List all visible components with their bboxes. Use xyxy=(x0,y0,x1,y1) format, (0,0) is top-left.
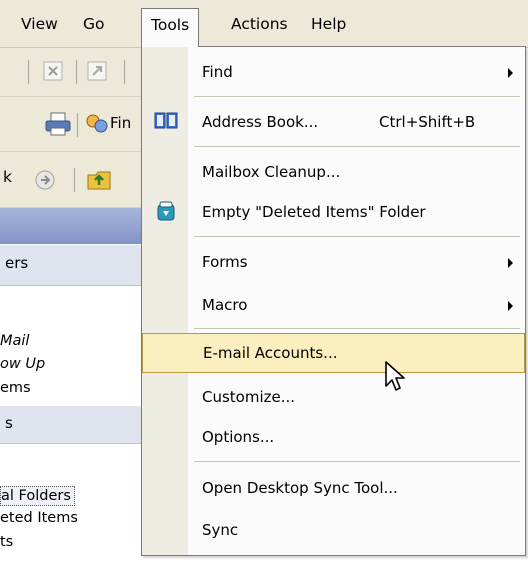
menu-item-sync[interactable]: Sync xyxy=(142,510,525,550)
menu-go[interactable]: Go xyxy=(74,11,114,37)
submenu-arrow-icon xyxy=(508,301,513,311)
nav-section-label: s xyxy=(5,414,13,432)
menu-item-label: Customize... xyxy=(202,388,296,406)
menu-item-address-book[interactable]: Address Book... Ctrl+Shift+B xyxy=(142,102,525,142)
menu-item-label: Address Book... xyxy=(202,113,319,131)
menu-separator xyxy=(194,236,520,237)
up-folder-icon[interactable] xyxy=(86,167,114,197)
menu-item-find[interactable]: Find xyxy=(142,52,525,92)
menu-separator xyxy=(194,328,520,329)
menu-item-empty-deleted-items[interactable]: Empty "Deleted Items" Folder xyxy=(142,192,525,232)
menu-item-label: Empty "Deleted Items" Folder xyxy=(202,203,426,221)
nav-section-header[interactable]: ers xyxy=(0,245,148,286)
find-icon xyxy=(86,114,108,133)
menu-item-label: Open Desktop Sync Tool... xyxy=(202,479,398,497)
toolbar-separator xyxy=(28,60,29,84)
menu-item-macro[interactable]: Macro xyxy=(142,285,525,325)
toolbar-separator xyxy=(124,60,125,84)
menu-item-label: E-mail Accounts... xyxy=(203,344,338,362)
menu-item-label: Sync xyxy=(202,521,239,539)
mouse-pointer-icon xyxy=(384,360,408,398)
toolbar-row-3: k xyxy=(0,152,148,208)
menu-item-label: Macro xyxy=(202,296,248,314)
menu-item-customize[interactable]: Customize... xyxy=(142,377,525,417)
list-item[interactable]: ow Up xyxy=(0,356,45,372)
tools-menu: Find Address Book... Ctrl+Shift+B Mailbo… xyxy=(141,46,526,556)
menu-separator xyxy=(194,146,520,147)
menu-item-label: Forms xyxy=(202,253,248,271)
back-label: k xyxy=(3,168,12,186)
list-item[interactable]: Mail xyxy=(0,333,29,349)
recycle-bin-icon xyxy=(155,200,177,226)
menu-item-open-desktop-sync-tool[interactable]: Open Desktop Sync Tool... xyxy=(142,468,525,508)
menu-item-mailbox-cleanup[interactable]: Mailbox Cleanup... xyxy=(142,152,525,192)
find-button-label: Fin xyxy=(110,114,132,132)
toolbar-separator xyxy=(74,168,75,192)
menu-separator xyxy=(194,461,520,462)
menu-tools[interactable]: Tools xyxy=(141,8,200,47)
submenu-arrow-icon xyxy=(508,68,513,78)
toolbar-row-2: Fin xyxy=(0,97,148,152)
move-icon[interactable] xyxy=(84,58,110,88)
forward-icon[interactable] xyxy=(32,167,58,197)
menu-view[interactable]: View xyxy=(12,11,67,37)
menu-item-label: Options... xyxy=(202,428,275,446)
list-item[interactable]: ems xyxy=(0,380,31,396)
menu-item-label: Mailbox Cleanup... xyxy=(202,163,341,181)
menu-item-email-accounts[interactable]: E-mail Accounts... xyxy=(142,333,525,373)
submenu-arrow-icon xyxy=(508,258,513,268)
list-item[interactable]: ts xyxy=(0,534,13,546)
list-item[interactable]: eted Items xyxy=(0,510,78,526)
menu-item-label: Find xyxy=(202,63,233,81)
list-item[interactable]: al Folders xyxy=(0,486,75,506)
menu-help[interactable]: Help xyxy=(302,11,355,37)
nav-section-label: ers xyxy=(5,254,29,272)
menu-separator xyxy=(194,96,520,97)
menu-item-forms[interactable]: Forms xyxy=(142,242,525,282)
toolbar-row-1 xyxy=(0,48,148,97)
folder-list: al Folders eted Items ts xyxy=(0,444,148,561)
nav-section-header[interactable]: s xyxy=(0,406,148,444)
menu-actions[interactable]: Actions xyxy=(222,11,297,37)
delete-icon[interactable] xyxy=(40,58,66,88)
toolbar-separator xyxy=(76,60,77,84)
print-icon[interactable] xyxy=(44,111,72,141)
menu-item-shortcut: Ctrl+Shift+B xyxy=(379,113,476,131)
toolbar-separator xyxy=(77,113,78,137)
menu-bar: View Go Tools Actions Help xyxy=(0,0,528,48)
menu-item-options[interactable]: Options... xyxy=(142,417,525,457)
navigation-pane-header xyxy=(0,208,148,244)
address-book-icon xyxy=(154,110,178,136)
favorite-folders-list: Mail ow Up ems xyxy=(0,286,148,406)
